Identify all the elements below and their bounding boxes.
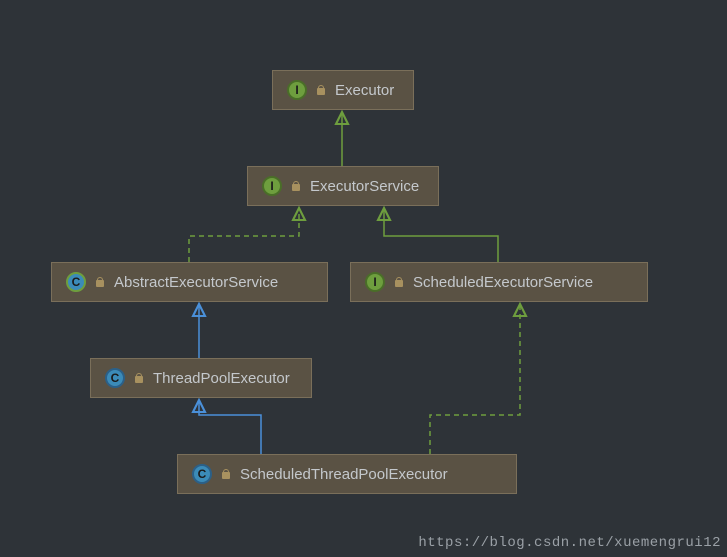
node-executor: Executor: [272, 70, 414, 110]
interface-icon: [287, 80, 307, 100]
watermark-text: https://blog.csdn.net/xuemengrui12: [418, 535, 721, 551]
class-abstract-icon: [66, 272, 86, 292]
node-label: ThreadPoolExecutor: [153, 370, 290, 387]
node-thread-pool-executor: ThreadPoolExecutor: [90, 358, 312, 398]
node-label: AbstractExecutorService: [114, 274, 278, 291]
node-executor-service: ExecutorService: [247, 166, 439, 206]
interface-icon: [365, 272, 385, 292]
node-abstract-executor-service: AbstractExecutorService: [51, 262, 328, 302]
lock-icon: [315, 84, 327, 96]
lock-icon: [393, 276, 405, 288]
node-scheduled-thread-pool-executor: ScheduledThreadPoolExecutor: [177, 454, 517, 494]
class-icon: [192, 464, 212, 484]
lock-icon: [94, 276, 106, 288]
node-scheduled-executor-service: ScheduledExecutorService: [350, 262, 648, 302]
node-label: ExecutorService: [310, 178, 419, 195]
lock-icon: [290, 180, 302, 192]
interface-icon: [262, 176, 282, 196]
lock-icon: [133, 372, 145, 384]
node-label: Executor: [335, 82, 394, 99]
class-icon: [105, 368, 125, 388]
node-label: ScheduledExecutorService: [413, 274, 593, 291]
node-label: ScheduledThreadPoolExecutor: [240, 466, 448, 483]
lock-icon: [220, 468, 232, 480]
